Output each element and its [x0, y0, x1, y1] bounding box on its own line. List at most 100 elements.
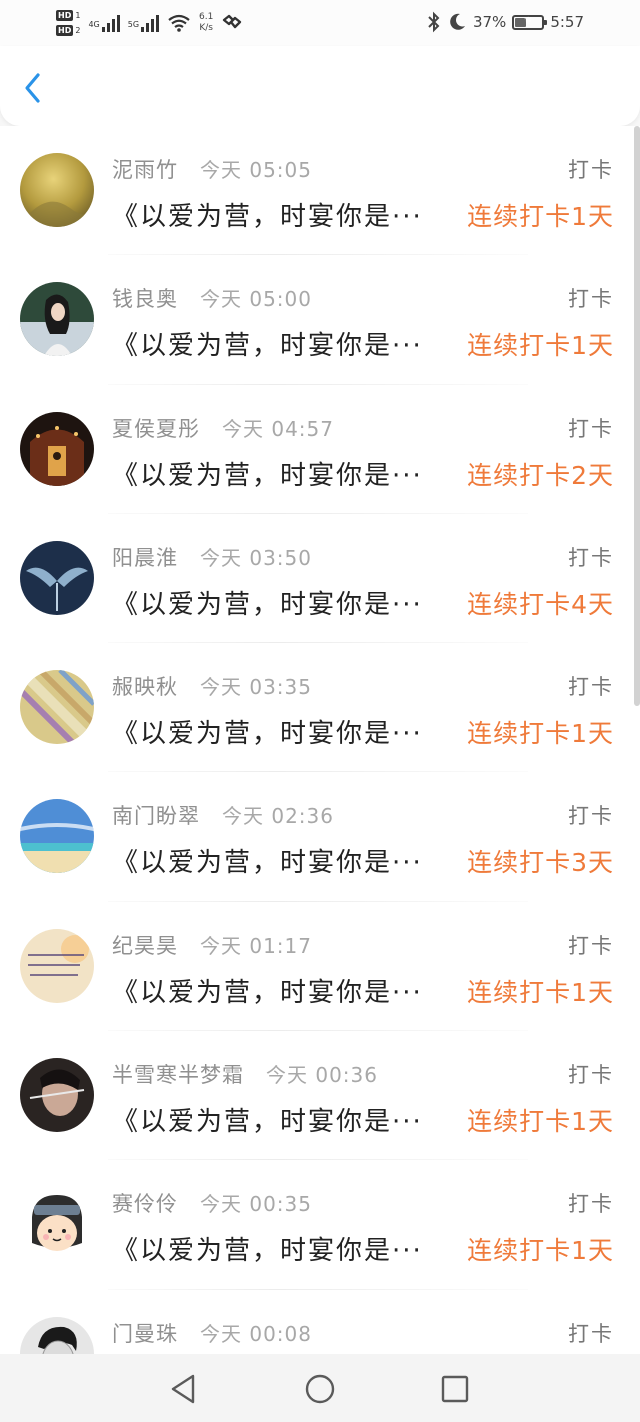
- checkin-tag: 打卡: [568, 804, 614, 829]
- name-line: 南门盼翠 今天 02:36: [112, 800, 334, 830]
- signal-bars-sim2: [141, 14, 160, 32]
- app-header: [0, 46, 640, 126]
- status-bar: HD 1 HD 2 4G 5G 6.1 K/s 37% ❦ 5:57: [0, 0, 640, 46]
- checkin-time: 今天 05:00: [200, 287, 312, 312]
- user-name: 钱良奥: [112, 287, 178, 312]
- hd2-number: 2: [75, 26, 81, 35]
- status-left: HD 1 HD 2 4G 5G 6.1 K/s: [56, 4, 243, 42]
- checkin-list: 泥雨竹 今天 05:05 打卡 《以爱为营，时宴你是··· 连续打卡1天 钱良奥 今天 05…: [0, 126, 640, 1354]
- checkin-time: 今天 02:36: [222, 804, 334, 829]
- hotspot-link-icon: [223, 14, 242, 29]
- checkin-time: 今天 05:05: [200, 158, 312, 182]
- checkin-tag: 打卡: [568, 675, 614, 700]
- scrollbar[interactable]: [634, 126, 640, 706]
- name-line: 门曼珠 今天 00:08: [112, 1318, 312, 1348]
- avatar[interactable]: [20, 411, 94, 486]
- avatar[interactable]: [20, 799, 94, 874]
- user-name: 赧映秋: [112, 675, 178, 700]
- list-item[interactable]: 夏侯夏彤 今天 04:57 打卡《以爱为营，时宴你是··· 连续打卡2天: [0, 385, 640, 514]
- avatar[interactable]: [20, 540, 94, 615]
- name-line: 钱良奥 今天 05:00: [112, 283, 312, 313]
- user-name: 夏侯夏彤: [112, 416, 200, 441]
- hd2-label: HD: [56, 25, 74, 36]
- name-line: 赧映秋 今天 03:35: [112, 671, 312, 701]
- list-item[interactable]: 赧映秋 今天 03:35 打卡 《以爱为营，时宴你是··· 连续打卡1天: [0, 643, 640, 773]
- signal-bar: [101, 27, 105, 32]
- name-line: 阳晨淮 今天 03:50: [112, 542, 312, 572]
- name-line: 纪昊昊 今天 01:17: [112, 930, 312, 960]
- signal-bar: [146, 23, 150, 32]
- hd1-label: HD: [56, 10, 74, 21]
- signal-icon-sim2: 5G: [127, 14, 160, 32]
- signal-label-sim1: 4G: [88, 20, 100, 29]
- network-speed-unit: K/s: [199, 23, 213, 33]
- hd-indicators: HD 1 HD 2: [56, 10, 80, 36]
- streak-badge: 连续打卡1天: [467, 202, 614, 231]
- name-line: 赛伶伶 今天 00:35: [112, 1188, 312, 1218]
- streak-badge: 连续打卡1天: [467, 1107, 614, 1137]
- bluetooth-icon: [428, 11, 440, 33]
- hd1-number: 1: [75, 11, 81, 20]
- checkin-tag: 打卡: [568, 1063, 614, 1088]
- list-item[interactable]: 门曼珠今天 00:08打卡《以爱为营，时宴你是···: [0, 1290, 640, 1354]
- book-title: 《以爱为营，时宴你是···: [112, 589, 423, 620]
- checkin-time: 今天 03:50: [200, 545, 312, 570]
- signal-bar: [116, 15, 120, 32]
- avatar[interactable]: [20, 928, 94, 1003]
- user-name: 阳晨淮: [112, 545, 178, 570]
- checkin-time: 今天 00:35: [200, 1192, 312, 1217]
- avatar[interactable]: [20, 1316, 94, 1354]
- list-item[interactable]: 赛伶伶 今天 00:35 打卡 《以爱为营，时宴你是··· 连续打卡1天: [0, 1160, 640, 1290]
- nav-back-icon: [171, 1374, 195, 1404]
- book-title: 《以爱为营，时宴你是···: [112, 331, 423, 362]
- hd1-indicator: HD 1: [56, 10, 80, 21]
- book-title: 《以爱为营，时宴你是···: [112, 977, 423, 1008]
- nav-recents-button[interactable]: [435, 1369, 475, 1409]
- checkin-time: 今天 03:35: [200, 675, 312, 700]
- checkin-time: 今天 00:36: [266, 1063, 378, 1088]
- streak-badge: 连续打卡2天: [467, 460, 614, 490]
- list-item[interactable]: 泥雨竹 今天 05:05 打卡 《以爱为营，时宴你是··· 连续打卡1天: [0, 126, 640, 256]
- clock: 5:57: [550, 13, 584, 31]
- signal-bar: [111, 19, 115, 32]
- user-name: 泥雨竹: [112, 158, 178, 182]
- avatar[interactable]: [20, 282, 94, 357]
- streak-badge: 连续打卡3天: [467, 848, 614, 878]
- checkin-tag: 打卡: [568, 1321, 614, 1346]
- list-item[interactable]: 纪昊昊 今天 01:17 打卡 《以爱为营，时宴你是··· 连续打卡1天: [0, 902, 640, 1032]
- checkin-tag: 打卡: [568, 158, 614, 182]
- back-button[interactable]: [18, 70, 50, 106]
- name-line: 泥雨竹 今天 05:05: [112, 154, 312, 184]
- list-item[interactable]: 阳晨淮 今天 03:50 打卡 《以爱为营，时宴你是··· 连续打卡4天: [0, 514, 640, 644]
- book-title: 《以爱为营，时宴你是···: [112, 460, 423, 491]
- nav-home-button[interactable]: [300, 1369, 340, 1409]
- checkin-tag: 打卡: [568, 416, 614, 441]
- list-item[interactable]: 钱良奥 今天 05:00 打卡 《以爱为营，时宴你是··· 连续打卡1天: [0, 255, 640, 385]
- moon-icon: [450, 13, 465, 30]
- name-line: 半雪寒半梦霜 今天 00:36: [112, 1059, 378, 1089]
- streak-badge: 连续打卡1天: [467, 719, 614, 749]
- nav-home-icon: [305, 1374, 335, 1404]
- nav-back-button[interactable]: [163, 1369, 203, 1409]
- network-speed: 6.1 K/s: [199, 12, 213, 34]
- signal-bars-sim1: [101, 14, 120, 32]
- book-title: 《以爱为营，时宴你是···: [112, 848, 423, 879]
- avatar[interactable]: [20, 1058, 94, 1133]
- network-speed-value: 6.1: [199, 12, 214, 22]
- avatar[interactable]: [20, 670, 94, 745]
- checkin-time: 今天 04:57: [222, 416, 334, 441]
- signal-bar: [106, 23, 110, 32]
- list-item[interactable]: 南门盼翠 今天 02:36 打卡《以爱为营，时宴你是··· 连续打卡3天: [0, 772, 640, 902]
- battery-icon: ❦: [512, 14, 548, 30]
- book-title: 《以爱为营，时宴你是···: [112, 1236, 423, 1267]
- battery-percent: 37%: [472, 13, 507, 31]
- avatar[interactable]: [20, 153, 94, 227]
- streak-badge: 连续打卡1天: [467, 1236, 614, 1266]
- list-item[interactable]: 半雪寒半梦霜 今天 00:36 打卡 《以爱为营，时宴你是··· 连续打卡1天: [0, 1031, 640, 1161]
- user-name: 半雪寒半梦霜: [112, 1063, 244, 1088]
- avatar[interactable]: [20, 1187, 94, 1262]
- streak-badge: 连续打卡4天: [467, 589, 614, 619]
- signal-label-sim2: 5G: [127, 20, 140, 29]
- navigation-bar: [0, 1354, 640, 1422]
- wifi-icon: [168, 14, 190, 32]
